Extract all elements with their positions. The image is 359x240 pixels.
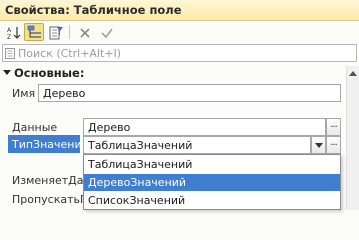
- svg-text:Z: Z: [7, 34, 11, 41]
- search-placeholder: Поиск (Ctrl+Alt+I): [18, 47, 122, 60]
- name-field-value: Дерево: [43, 87, 86, 100]
- type-dropdown-button[interactable]: [311, 136, 326, 154]
- type-field[interactable]: ТаблицаЗначений: [83, 136, 311, 154]
- data-select-button[interactable]: ...: [326, 118, 341, 136]
- selected-property-row[interactable]: ТипЗначения: [8, 135, 88, 153]
- toolbar-separator: [69, 25, 70, 39]
- group-title-label: Основные:: [14, 66, 85, 80]
- name-label: Имя: [12, 87, 36, 100]
- hidden-row-label: ИзменяетДан: [12, 174, 91, 187]
- type-dropdown-list: ТаблицаЗначений ДеревоЗначений СписокЗна…: [83, 154, 341, 210]
- dropdown-option[interactable]: СписокЗначений: [84, 192, 340, 209]
- search-icon: [5, 48, 15, 59]
- sort-az-button[interactable]: A Z: [3, 23, 23, 41]
- name-field[interactable]: Дерево: [38, 84, 341, 102]
- type-label: ТипЗначения: [12, 138, 89, 151]
- view-categories-icon: [27, 25, 41, 38]
- clear-button[interactable]: [74, 23, 94, 41]
- type-select-button[interactable]: ...: [326, 136, 341, 154]
- toolbar: A Z: [0, 21, 359, 43]
- apply-button[interactable]: [96, 23, 116, 41]
- sort-az-icon: A Z: [7, 27, 21, 41]
- type-field-value: ТаблицаЗначений: [88, 139, 193, 152]
- data-field-value: Дерево: [88, 121, 131, 134]
- window-title: Свойства: Табличное поле: [5, 3, 182, 17]
- chevron-down-icon: [315, 143, 323, 148]
- data-field[interactable]: Дерево: [83, 118, 326, 136]
- clear-icon: [80, 28, 90, 38]
- dropdown-option[interactable]: ТаблицаЗначений: [84, 156, 340, 173]
- filter-button[interactable]: [45, 23, 65, 41]
- hidden-row-label: ПропускатьП: [12, 193, 89, 206]
- window-titlebar: Свойства: Табличное поле: [0, 0, 359, 21]
- dropdown-option-highlighted[interactable]: ДеревоЗначений: [84, 174, 340, 191]
- apply-icon: [101, 28, 113, 39]
- vertical-scrollbar[interactable]: [346, 66, 359, 210]
- search-input[interactable]: Поиск (Ctrl+Alt+I): [2, 44, 357, 62]
- filter-icon: [49, 26, 63, 40]
- svg-text:A: A: [7, 27, 12, 34]
- scroll-up-icon[interactable]: [349, 71, 357, 76]
- data-label: Данные: [12, 121, 58, 134]
- scrollbar-track: [346, 66, 359, 210]
- collapse-arrow-icon: [3, 70, 11, 75]
- categories-button[interactable]: [24, 23, 44, 41]
- group-header-main[interactable]: Основные:: [3, 66, 84, 80]
